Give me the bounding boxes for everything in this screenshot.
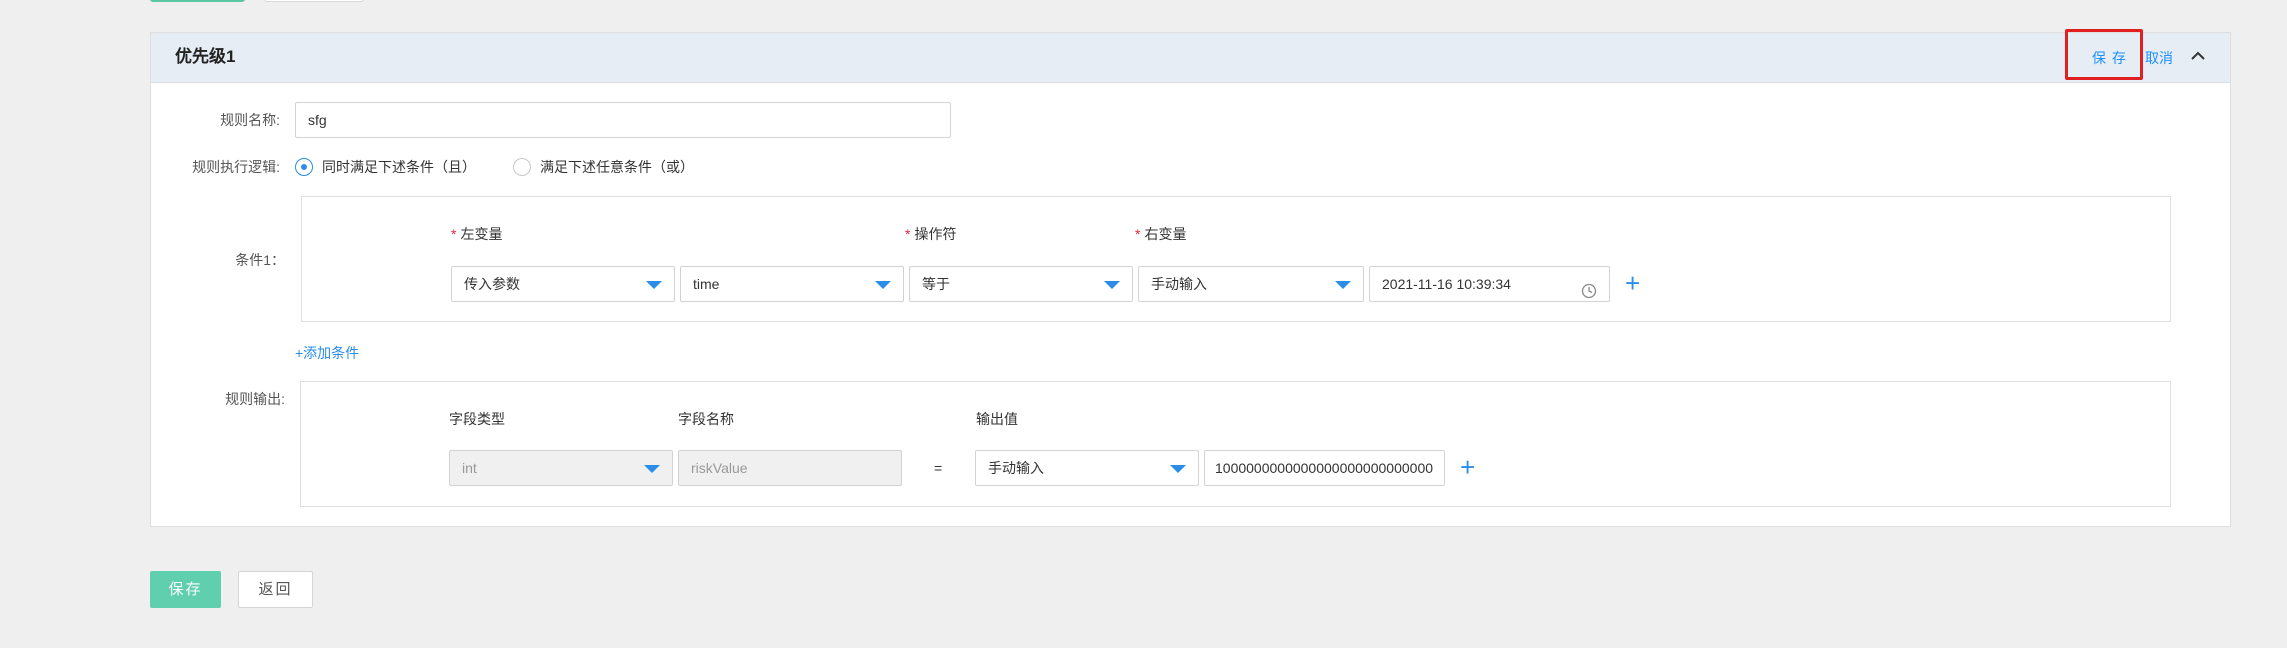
output-label: 规则输出: bbox=[225, 391, 285, 407]
field-name-input: riskValue bbox=[678, 450, 902, 486]
logic-option-or-label[interactable]: 满足下述任意条件（或） bbox=[540, 157, 694, 177]
caret-down-icon bbox=[875, 281, 891, 289]
add-output-plus-icon[interactable]: + bbox=[1460, 454, 1475, 480]
add-condition-plus-icon[interactable]: + bbox=[1625, 270, 1640, 296]
operator-select[interactable]: 等于 bbox=[909, 266, 1133, 302]
logic-radio-or[interactable] bbox=[513, 158, 531, 176]
left-type-value: 传入参数 bbox=[464, 276, 520, 292]
clock-icon[interactable] bbox=[1581, 277, 1597, 299]
equals-sign: = bbox=[934, 460, 943, 476]
add-condition-link[interactable]: +添加条件 bbox=[295, 343, 359, 363]
header-cancel-link[interactable]: 取消 bbox=[2145, 48, 2173, 68]
field-name-header: 字段名称 bbox=[678, 411, 734, 427]
condition-box bbox=[301, 196, 2171, 322]
output-value-header: 输出值 bbox=[976, 411, 1018, 427]
caret-down-icon bbox=[644, 465, 660, 473]
operator-value: 等于 bbox=[922, 276, 950, 292]
field-type-select: int bbox=[449, 450, 673, 486]
left-var-select[interactable]: time bbox=[680, 266, 904, 302]
output-value-input[interactable]: 1000000000000000000000000000 bbox=[1204, 450, 1445, 486]
rule-card-header bbox=[150, 32, 2231, 83]
chevron-up-icon[interactable] bbox=[2188, 46, 2208, 66]
logic-label: 规则执行逻辑: bbox=[192, 159, 280, 175]
operator-header: * 操作符 bbox=[905, 226, 957, 242]
header-save-link[interactable]: 保 存 bbox=[2092, 48, 2127, 68]
right-value-text: 2021-11-16 10:39:34 bbox=[1382, 276, 1511, 292]
rule-name-label: 规则名称: bbox=[220, 112, 280, 128]
output-type-value: 手动输入 bbox=[988, 460, 1044, 476]
rule-name-input[interactable]: sfg bbox=[295, 102, 951, 138]
caret-down-icon bbox=[1170, 465, 1186, 473]
logic-radio-and[interactable] bbox=[295, 158, 313, 176]
save-button[interactable]: 保存 bbox=[150, 571, 221, 608]
logic-option-and-label[interactable]: 同时满足下述条件（且） bbox=[322, 157, 476, 177]
right-var-header: * 右变量 bbox=[1135, 226, 1187, 242]
field-type-value: int bbox=[462, 460, 477, 476]
rule-title: 优先级1 bbox=[175, 47, 236, 66]
back-button[interactable]: 返回 bbox=[238, 571, 313, 608]
left-type-select[interactable]: 传入参数 bbox=[451, 266, 675, 302]
output-type-select[interactable]: 手动输入 bbox=[975, 450, 1199, 486]
right-type-value: 手动输入 bbox=[1151, 276, 1207, 292]
field-type-header: 字段类型 bbox=[449, 411, 505, 427]
right-value-datetime[interactable]: 2021-11-16 10:39:34 bbox=[1369, 266, 1610, 302]
left-var-header: * 左变量 bbox=[451, 226, 503, 242]
top-tab[interactable] bbox=[264, 0, 364, 2]
left-var-value: time bbox=[693, 276, 720, 292]
condition-label: 条件1： bbox=[235, 252, 285, 268]
caret-down-icon bbox=[1104, 281, 1120, 289]
caret-down-icon bbox=[646, 281, 662, 289]
caret-down-icon bbox=[1335, 281, 1351, 289]
right-type-select[interactable]: 手动输入 bbox=[1138, 266, 1364, 302]
top-tab-active[interactable] bbox=[150, 0, 245, 2]
output-box bbox=[300, 381, 2171, 507]
